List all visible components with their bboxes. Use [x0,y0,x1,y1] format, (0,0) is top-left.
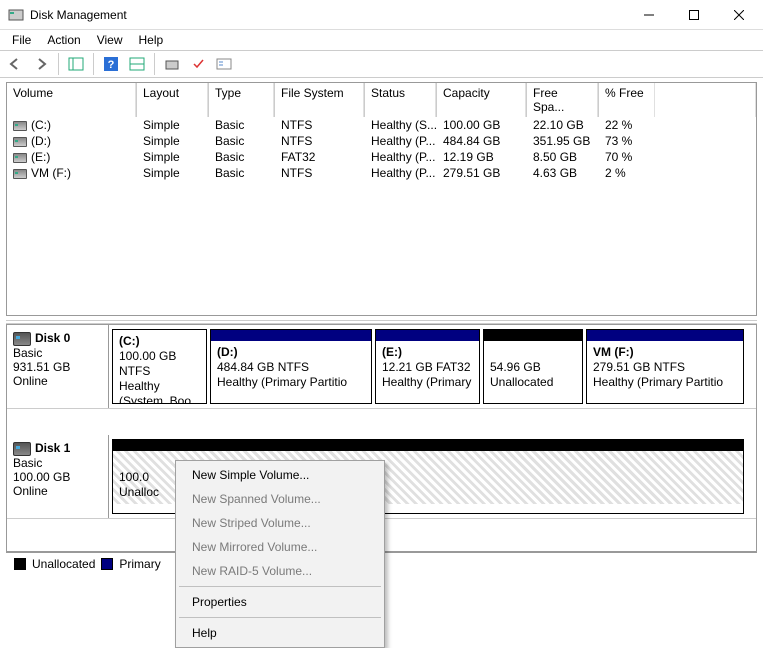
table-row[interactable]: (D:)SimpleBasicNTFSHealthy (P...484.84 G… [7,133,756,149]
ctx-new-striped-volume: New Striped Volume... [178,511,382,535]
svg-text:?: ? [108,59,115,71]
menu-file[interactable]: File [4,31,39,49]
legend-primary-label: Primary [119,557,160,571]
col-free[interactable]: Free Spa... [527,83,599,117]
ctx-new-mirrored-volume: New Mirrored Volume... [178,535,382,559]
legend-primary-swatch [101,558,113,570]
settings-button[interactable] [160,52,184,76]
col-pct[interactable]: % Free [599,83,655,117]
close-button[interactable] [716,0,761,29]
col-status[interactable]: Status [365,83,437,117]
volume-header-row: Volume Layout Type File System Status Ca… [7,83,756,117]
toolbar: ? [0,50,763,78]
partition[interactable]: (C:)100.00 GB NTFSHealthy (System, Boo [112,329,207,404]
volume-list: Volume Layout Type File System Status Ca… [6,82,757,316]
more-button[interactable] [212,52,236,76]
ctx-help[interactable]: Help [178,621,382,645]
drive-icon [13,137,27,147]
back-button[interactable] [3,52,27,76]
window-title: Disk Management [30,8,626,22]
ctx-properties[interactable]: Properties [178,590,382,614]
ctx-new-spanned-volume: New Spanned Volume... [178,487,382,511]
drive-icon [13,153,27,163]
titlebar: Disk Management [0,0,763,30]
partition[interactable]: 54.96 GBUnallocated [483,329,583,404]
disk-row: Disk 0Basic931.51 GBOnline(C:)100.00 GB … [7,325,756,409]
minimize-button[interactable] [626,0,671,29]
drive-icon [13,169,27,179]
action-button[interactable] [186,52,210,76]
legend-unallocated-label: Unallocated [32,557,95,571]
app-icon [8,7,24,23]
maximize-button[interactable] [671,0,716,29]
disk-info[interactable]: Disk 1Basic100.00 GBOnline [7,435,109,518]
partition[interactable]: (E:)12.21 GB FAT32Healthy (Primary [375,329,480,404]
table-row[interactable]: (E:)SimpleBasicFAT32Healthy (P...12.19 G… [7,149,756,165]
layout-button[interactable] [125,52,149,76]
col-type[interactable]: Type [209,83,275,117]
partition[interactable]: (D:)484.84 GB NTFSHealthy (Primary Parti… [210,329,372,404]
menu-help[interactable]: Help [131,31,172,49]
drive-icon [13,121,27,131]
col-volume[interactable]: Volume [7,83,137,117]
table-row[interactable]: VM (F:)SimpleBasicNTFSHealthy (P...279.5… [7,165,756,181]
col-capacity[interactable]: Capacity [437,83,527,117]
help-button[interactable]: ? [99,52,123,76]
menu-action[interactable]: Action [39,31,88,49]
disk-info[interactable]: Disk 0Basic931.51 GBOnline [7,325,109,408]
legend-unallocated-swatch [14,558,26,570]
col-layout[interactable]: Layout [137,83,209,117]
col-fs[interactable]: File System [275,83,365,117]
disk-icon [13,332,31,346]
table-row[interactable]: (C:)SimpleBasicNTFSHealthy (S...100.00 G… [7,117,756,133]
partition[interactable]: VM (F:)279.51 GB NTFSHealthy (Primary Pa… [586,329,744,404]
ctx-new-simple-volume[interactable]: New Simple Volume... [178,463,382,487]
menu-view[interactable]: View [89,31,131,49]
show-hide-button[interactable] [64,52,88,76]
disk-icon [13,442,31,456]
ctx-new-raid5-volume: New RAID-5 Volume... [178,559,382,583]
context-menu: New Simple Volume... New Spanned Volume.… [175,460,385,648]
forward-button[interactable] [29,52,53,76]
menubar: File Action View Help [0,30,763,50]
